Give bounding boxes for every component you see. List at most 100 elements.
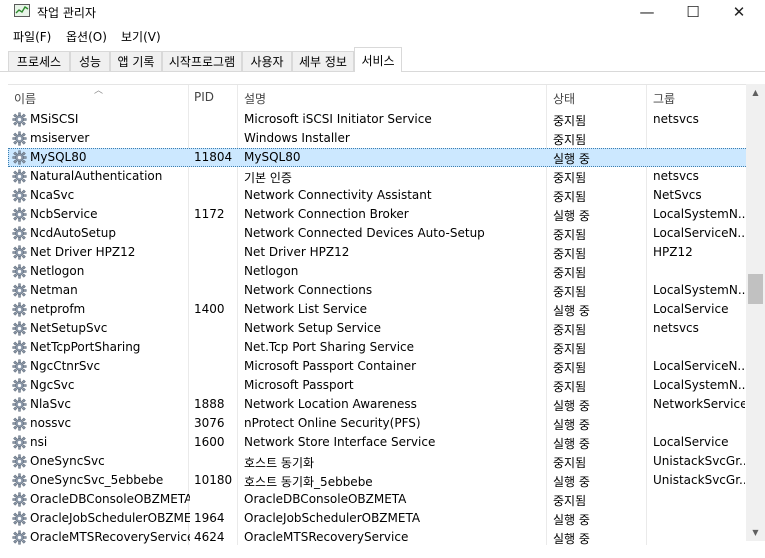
service-status: 실행 중 <box>553 475 590 489</box>
table-row[interactable]: NetSetupSvc Network Setup Service 중지됨 netsv… <box>8 319 748 338</box>
vertical-scrollbar[interactable]: ▲ ▼ <box>746 84 765 541</box>
service-name: nsi <box>30 435 48 449</box>
column-header-description[interactable]: 설명 <box>244 90 266 107</box>
service-gear-icon <box>12 397 27 412</box>
service-description: MySQL80 <box>244 150 301 164</box>
tab-users[interactable]: 사용자 <box>242 51 292 71</box>
table-row[interactable]: nossvc 3076 nProtect Online Security(PFS) 실… <box>8 414 748 433</box>
service-name: Netlogon <box>30 264 85 278</box>
service-status: 중지됨 <box>553 361 587 375</box>
service-description: Network Connection Broker <box>244 207 409 221</box>
table-row[interactable]: NlaSvc 1888 Network Location Awareness 실행 중… <box>8 395 748 414</box>
service-pid: 10180 <box>194 473 233 487</box>
service-status: 실행 중 <box>553 399 590 413</box>
table-row[interactable]: Net Driver HPZ12 Net Driver HPZ12 중지됨 HPZ12 <box>8 243 748 262</box>
scroll-down-arrow-icon[interactable]: ▼ <box>746 524 765 541</box>
service-gear-icon <box>12 435 27 450</box>
table-row[interactable]: OracleJobSchedulerOBZME... 1964 OracleJobS… <box>8 509 748 528</box>
tab-services[interactable]: 서비스 <box>354 47 402 72</box>
menu-view[interactable]: 보기(V) <box>121 28 161 45</box>
table-row[interactable]: Netman Network Connections 중지됨 LocalSystemN… <box>8 281 748 300</box>
table-row[interactable]: OneSyncSvc_5ebbebe 10180 호스트 동기화_5ebbebe 실행… <box>8 471 748 490</box>
table-row[interactable]: NcaSvc Network Connectivity Assistant 중지됨 N… <box>8 186 748 205</box>
service-name: NgcCtnrSvc <box>30 359 101 373</box>
service-status: 실행 중 <box>553 418 590 432</box>
service-pid: 11804 <box>194 150 233 164</box>
menu-file[interactable]: 파일(F) <box>13 28 51 45</box>
table-row[interactable]: OneSyncSvc 호스트 동기화 중지됨 UnistackSvcGr... <box>8 452 748 471</box>
service-description: OracleJobSchedulerOBZMETA <box>244 511 421 525</box>
maximize-button[interactable]: ☐ <box>670 0 716 24</box>
table-row[interactable]: MySQL80 11804 MySQL80 실행 중 <box>8 148 748 167</box>
service-gear-icon <box>12 207 27 222</box>
close-button[interactable]: ✕ <box>716 0 762 24</box>
service-description: nProtect Online Security(PFS) <box>244 416 421 430</box>
service-group: LocalSystemN... <box>653 378 745 392</box>
service-gear-icon <box>12 416 27 431</box>
column-header-pid[interactable]: PID <box>194 90 214 104</box>
service-description: Network Connectivity Assistant <box>244 188 432 202</box>
tab-performance[interactable]: 성능 <box>70 51 110 71</box>
service-gear-icon <box>12 264 27 279</box>
table-row[interactable]: msiserver Windows Installer 중지됨 <box>8 129 748 148</box>
service-description: Microsoft iSCSI Initiator Service <box>244 112 432 126</box>
service-gear-icon <box>12 530 27 545</box>
service-group: netsvcs <box>653 112 699 126</box>
service-gear-icon <box>12 226 27 241</box>
service-status: 실행 중 <box>553 209 590 223</box>
service-status: 중지됨 <box>553 114 587 128</box>
service-description: Microsoft Passport <box>244 378 354 392</box>
service-name: Net Driver HPZ12 <box>30 245 136 259</box>
service-status: 중지됨 <box>553 133 587 147</box>
service-gear-icon <box>12 378 27 393</box>
table-header: ︿ 이름 PID 설명 상태 그룹 <box>8 85 748 109</box>
service-name: OneSyncSvc_5ebbebe <box>30 473 164 487</box>
service-group: HPZ12 <box>653 245 693 259</box>
table-row[interactable]: NgcCtnrSvc Microsoft Passport Container 중지… <box>8 357 748 376</box>
tab-startup[interactable]: 시작프로그램 <box>162 51 242 71</box>
scrollbar-thumb[interactable] <box>748 274 763 304</box>
service-pid: 1964 <box>194 511 225 525</box>
menu-options[interactable]: 옵션(O) <box>66 28 107 45</box>
service-name: NcdAutoSetup <box>30 226 116 240</box>
service-description: 기본 인증 <box>244 171 292 185</box>
service-name: OracleDBConsoleOBZMETA <box>30 492 190 506</box>
service-group: netsvcs <box>653 321 699 335</box>
table-row[interactable]: NaturalAuthentication 기본 인증 중지됨 netsvcs <box>8 167 748 186</box>
service-group: NetSvcs <box>653 188 702 202</box>
table-row[interactable]: nsi 1600 Network Store Interface Service 실행… <box>8 433 748 452</box>
service-name: MSiSCSI <box>30 112 79 126</box>
service-name: OneSyncSvc <box>30 454 105 468</box>
service-description: 호스트 동기화_5ebbebe <box>244 475 373 489</box>
tab-processes[interactable]: 프로세스 <box>8 51 70 71</box>
table-row[interactable]: Netlogon Netlogon 중지됨 <box>8 262 748 281</box>
table-row[interactable]: OracleMTSRecoveryService 4624 OracleMTSRec… <box>8 528 748 547</box>
column-header-name[interactable]: 이름 <box>14 90 36 107</box>
window-title: 작업 관리자 <box>37 6 97 20</box>
service-description: OracleDBConsoleOBZMETA <box>244 492 407 506</box>
service-gear-icon <box>12 131 27 146</box>
column-header-group[interactable]: 그룹 <box>653 90 675 107</box>
column-header-status[interactable]: 상태 <box>553 90 575 107</box>
table-row[interactable]: NcbService 1172 Network Connection Broker 실… <box>8 205 748 224</box>
tab-app-history[interactable]: 앱 기록 <box>110 51 162 71</box>
table-row[interactable]: netprofm 1400 Network List Service 실행 중 Loca… <box>8 300 748 319</box>
scroll-up-arrow-icon[interactable]: ▲ <box>746 84 765 101</box>
service-status: 중지됨 <box>553 266 587 280</box>
service-gear-icon <box>12 169 27 184</box>
table-row[interactable]: NetTcpPortSharing Net.Tcp Port Sharing Se… <box>8 338 748 357</box>
service-gear-icon <box>12 188 27 203</box>
table-row[interactable]: NgcSvc Microsoft Passport 중지됨 LocalSystemN.… <box>8 376 748 395</box>
service-name: msiserver <box>30 131 90 145</box>
services-table: ︿ 이름 PID 설명 상태 그룹 MSiSCSI Microsoft iSCSI… <box>8 84 765 558</box>
table-row[interactable]: MSiSCSI Microsoft iSCSI Initiator Service… <box>8 110 748 129</box>
service-status: 실행 중 <box>553 532 590 546</box>
table-row[interactable]: OracleDBConsoleOBZMETA OracleDBConsoleOBZ… <box>8 490 748 509</box>
minimize-button[interactable]: — <box>624 0 670 24</box>
service-description: Netlogon <box>244 264 299 278</box>
table-row[interactable]: NcdAutoSetup Network Connected Devices Au… <box>8 224 748 243</box>
task-manager-icon <box>14 4 30 17</box>
service-group: netsvcs <box>653 169 699 183</box>
service-pid: 1888 <box>194 397 225 411</box>
tab-details[interactable]: 세부 정보 <box>292 51 354 71</box>
